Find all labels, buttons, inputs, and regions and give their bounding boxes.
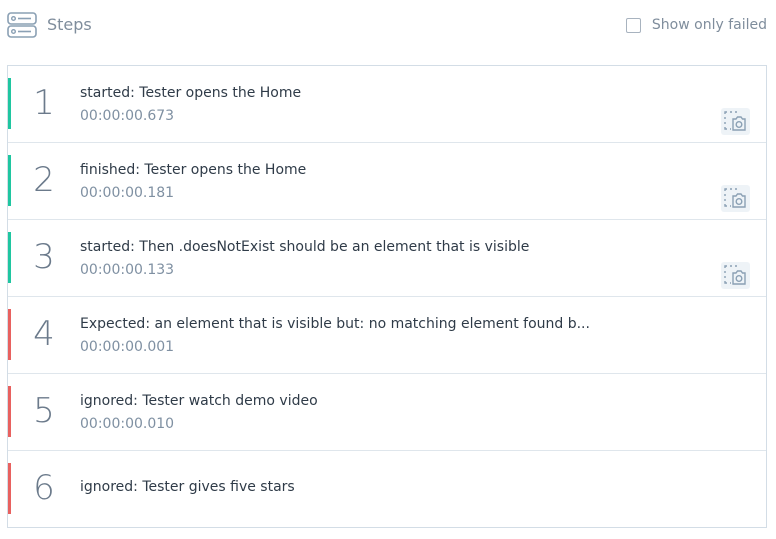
step-row[interactable]: 6 ignored: Tester gives five stars [8, 451, 766, 528]
screenshot-icon [724, 265, 746, 285]
step-duration: 00:00:00.673 [80, 108, 175, 124]
step-row[interactable]: 3 started: Then .doesNotExist should be a… [8, 220, 766, 297]
step-row[interactable]: 1 started: Tester opens the Home 00:00:00.… [8, 66, 766, 143]
steps-list: 1 started: Tester opens the Home 00:00:00.… [7, 65, 767, 528]
step-number: 6 [33, 468, 55, 508]
step-status-bar [8, 78, 11, 129]
step-title: started: Tester opens the Home [80, 85, 302, 101]
step-title: finished: Tester opens the Home [80, 162, 307, 178]
step-status-bar [8, 309, 11, 360]
screenshot-button[interactable] [721, 262, 750, 289]
step-number: 1 [33, 83, 55, 123]
show-only-failed-filter[interactable]: Show only failed [625, 15, 767, 35]
show-only-failed-label: Show only failed [651, 17, 767, 33]
step-status-bar [8, 463, 11, 514]
screenshot-button[interactable] [721, 185, 750, 212]
step-duration: 00:00:00.181 [80, 185, 175, 201]
step-row[interactable]: 4 Expected: an element that is visible bu… [8, 297, 766, 374]
step-status-bar [8, 155, 11, 206]
step-duration: 00:00:00.010 [80, 416, 175, 432]
step-row[interactable]: 5 ignored: Tester watch demo video 00:00:0… [8, 374, 766, 451]
show-only-failed-checkbox[interactable] [625, 17, 641, 33]
steps-title: Steps [47, 15, 92, 34]
screenshot-icon [724, 188, 746, 208]
step-number: 3 [33, 237, 55, 277]
step-duration: 00:00:00.133 [80, 262, 175, 278]
step-title: started: Then .doesNotExist should be an… [80, 239, 530, 255]
step-status-bar [8, 232, 11, 283]
step-title: ignored: Tester watch demo video [80, 393, 318, 409]
step-status-bar [8, 386, 11, 437]
step-title: Expected: an element that is visible but… [80, 316, 590, 332]
step-row[interactable]: 2 finished: Tester opens the Home 00:00:00… [8, 143, 766, 220]
step-number: 2 [33, 160, 55, 200]
screenshot-button[interactable] [721, 108, 750, 135]
step-number: 5 [33, 391, 55, 431]
steps-list-icon [7, 12, 37, 38]
steps-header: Steps Show only failed [0, 0, 776, 52]
screenshot-icon [724, 111, 746, 131]
step-number: 4 [33, 314, 55, 354]
step-duration: 00:00:00.001 [80, 339, 175, 355]
step-title: ignored: Tester gives five stars [80, 479, 295, 495]
